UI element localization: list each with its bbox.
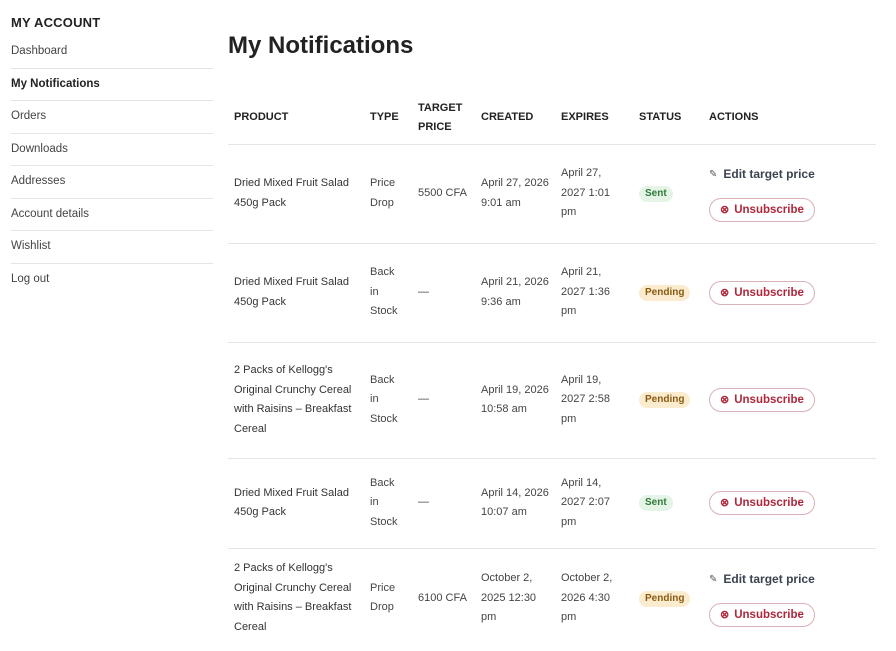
- status-badge: Sent: [639, 185, 673, 202]
- cell-expires: April 14, 2027 2:07 pm: [555, 458, 633, 549]
- cell-actions: ✎ Edit target price ⊗ Unsubscribe: [703, 548, 876, 648]
- status-badge: Pending: [639, 284, 691, 301]
- cell-product: Dried Mixed Fruit Salad 450g Pack: [228, 243, 364, 343]
- cell-actions: ⊗ Unsubscribe: [703, 458, 876, 549]
- header-status: STATUS: [633, 92, 703, 145]
- cell-expires: April 27, 2027 1:01 pm: [555, 144, 633, 244]
- sidebar-item-dashboard[interactable]: Dashboard: [11, 36, 213, 69]
- page-title: My Notifications: [228, 32, 414, 59]
- cell-type: Back in Stock: [364, 243, 412, 343]
- table-header-row: PRODUCT TYPE TARGET PRICE CREATED EXPIRE…: [228, 92, 876, 145]
- cell-product: 2 Packs of Kellogg's Original Crunchy Ce…: [234, 562, 352, 633]
- table-row: 2 Packs of Kellogg's Original Crunchy Ce…: [228, 342, 876, 459]
- sidebar-item-orders[interactable]: Orders: [11, 101, 213, 134]
- unsubscribe-label: Unsubscribe: [734, 394, 804, 406]
- cell-created: April 21, 2026 9:36 am: [475, 243, 555, 343]
- unsubscribe-label: Unsubscribe: [734, 608, 804, 621]
- cell-created: April 19, 2026 10:58 am: [475, 342, 555, 459]
- cell-expires: October 2, 2026 4:30 pm: [561, 572, 613, 623]
- cell-target-price: —: [412, 458, 475, 549]
- cell-target-price: 5500 CFA: [412, 144, 475, 244]
- sidebar-item-log-out[interactable]: Log out: [11, 264, 213, 297]
- edit-target-price-link[interactable]: ✎ Edit target price: [709, 570, 815, 590]
- account-sidebar: MY ACCOUNT Dashboard My Notifications Or…: [11, 14, 213, 296]
- circle-x-icon: ⊗: [720, 203, 730, 216]
- cell-product: Dried Mixed Fruit Salad 450g Pack: [228, 144, 364, 244]
- sidebar-title: MY ACCOUNT: [11, 15, 101, 30]
- cell-target-price: —: [412, 243, 475, 343]
- unsubscribe-button[interactable]: ⊗ Unsubscribe: [709, 197, 815, 222]
- cell-expires: April 21, 2027 1:36 pm: [555, 243, 633, 343]
- circle-x-icon: ⊗: [720, 608, 730, 621]
- pencil-icon: ✎: [709, 169, 718, 181]
- table-row: Dried Mixed Fruit Salad 450g Pack Back i…: [228, 458, 876, 549]
- cell-expires: April 19, 2027 2:58 pm: [555, 342, 633, 459]
- sidebar-item-downloads[interactable]: Downloads: [11, 134, 213, 166]
- circle-x-icon: ⊗: [720, 394, 730, 406]
- status-badge: Pending: [639, 590, 691, 607]
- unsubscribe-label: Unsubscribe: [734, 203, 804, 216]
- unsubscribe-label: Unsubscribe: [734, 497, 804, 509]
- sidebar-item-my-notifications[interactable]: My Notifications: [11, 69, 213, 101]
- table-row: Dried Mixed Fruit Salad 450g Pack Back i…: [228, 243, 876, 343]
- edit-target-price-label: Edit target price: [723, 167, 815, 182]
- table-row: 2 Packs of Kellogg's Original Crunchy Ce…: [228, 548, 876, 648]
- cell-created: October 2, 2025 12:30 pm: [481, 572, 537, 623]
- header-product: PRODUCT: [228, 92, 364, 145]
- circle-x-icon: ⊗: [720, 286, 730, 299]
- cell-actions: ⊗ Unsubscribe: [703, 342, 876, 459]
- cell-status: Sent: [633, 458, 703, 549]
- header-type: TYPE: [364, 92, 412, 145]
- edit-target-price-label: Edit target price: [723, 572, 815, 586]
- unsubscribe-button[interactable]: ⊗ Unsubscribe: [709, 388, 815, 412]
- cell-type: Price Drop: [370, 581, 396, 614]
- header-target-price: TARGET PRICE: [412, 92, 475, 145]
- pencil-icon: ✎: [709, 574, 718, 585]
- status-badge: Pending: [639, 392, 691, 409]
- cell-type: Back in Stock: [364, 458, 412, 549]
- cell-target-price: —: [412, 342, 475, 459]
- circle-x-icon: ⊗: [720, 497, 730, 509]
- cell-type: Price Drop: [364, 144, 412, 244]
- status-badge: Sent: [639, 495, 673, 512]
- edit-target-price-link[interactable]: ✎ Edit target price: [709, 165, 815, 185]
- unsubscribe-label: Unsubscribe: [734, 286, 804, 299]
- cell-type: Back in Stock: [364, 342, 412, 459]
- notifications-table: PRODUCT TYPE TARGET PRICE CREATED EXPIRE…: [228, 92, 876, 648]
- header-expires: EXPIRES: [555, 92, 633, 145]
- table-row: Dried Mixed Fruit Salad 450g Pack Price …: [228, 144, 876, 244]
- cell-target-price: 6100 CFA: [418, 591, 467, 604]
- header-created: CREATED: [475, 92, 555, 145]
- cell-created: April 27, 2026 9:01 am: [475, 144, 555, 244]
- main-content: My Notifications PRODUCT TYPE TARGET PRI…: [228, 28, 876, 648]
- cell-status: Pending: [633, 342, 703, 459]
- cell-status: Pending: [633, 243, 703, 343]
- cell-actions: ✎ Edit target price ⊗ Unsubscribe: [703, 144, 876, 244]
- sidebar-item-wishlist[interactable]: Wishlist: [11, 231, 213, 264]
- cell-status: Sent: [633, 144, 703, 244]
- unsubscribe-button[interactable]: ⊗ Unsubscribe: [709, 602, 815, 627]
- sidebar-item-account-details[interactable]: Account details: [11, 199, 213, 231]
- unsubscribe-button[interactable]: ⊗ Unsubscribe: [709, 491, 815, 515]
- cell-actions: ⊗ Unsubscribe: [703, 243, 876, 343]
- cell-status: Pending: [633, 548, 703, 648]
- sidebar-item-addresses[interactable]: Addresses: [11, 166, 213, 199]
- cell-created: April 14, 2026 10:07 am: [475, 458, 555, 549]
- cell-product: Dried Mixed Fruit Salad 450g Pack: [228, 458, 364, 549]
- cell-product: 2 Packs of Kellogg's Original Crunchy Ce…: [228, 342, 364, 459]
- header-actions: ACTIONS: [703, 92, 876, 145]
- unsubscribe-button[interactable]: ⊗ Unsubscribe: [709, 280, 815, 305]
